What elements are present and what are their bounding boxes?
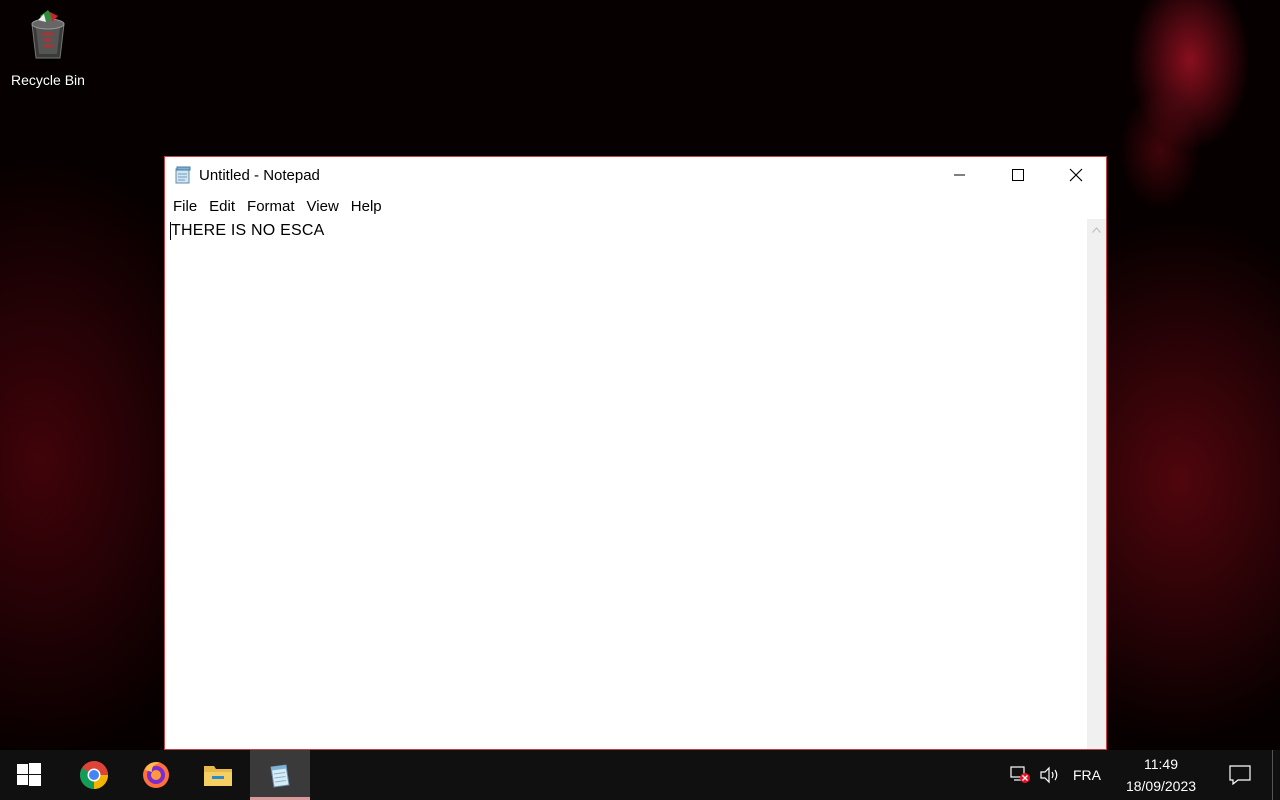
menu-format[interactable]: Format (242, 195, 300, 219)
taskbar-file-explorer[interactable] (188, 750, 248, 800)
menu-edit[interactable]: Edit (204, 195, 240, 219)
firefox-icon (143, 762, 169, 788)
notepad-window[interactable]: Untitled - Notepad File Edit Format View… (164, 156, 1107, 750)
folder-icon (204, 766, 232, 786)
recycle-bin-icon (22, 6, 74, 64)
taskbar-firefox[interactable] (126, 750, 186, 800)
text-editor[interactable]: THERE IS NO ESCA (165, 219, 1087, 749)
taskbar: FRA 11:49 18/09/2023 (0, 750, 1280, 800)
recycle-bin-label: Recycle Bin (11, 72, 85, 88)
maximize-icon (1012, 169, 1024, 181)
window-title: Untitled - Notepad (199, 167, 320, 184)
chrome-icon (80, 761, 108, 789)
clock-time: 11:49 (1144, 756, 1178, 772)
desktop: Recycle Bin Untitled - Notepad File Edit… (0, 0, 1280, 800)
menu-help[interactable]: Help (346, 195, 387, 219)
taskbar-notepad[interactable] (250, 750, 310, 800)
minimize-button[interactable] (931, 157, 989, 193)
vertical-scrollbar[interactable] (1087, 219, 1106, 749)
language-label: FRA (1073, 767, 1101, 783)
minimize-icon (954, 174, 965, 176)
show-desktop-divider[interactable] (1272, 750, 1273, 800)
menu-file[interactable]: File (168, 195, 202, 219)
windows-start-icon (17, 763, 41, 786)
clock[interactable]: 11:49 18/09/2023 (1110, 750, 1212, 800)
clock-date: 18/09/2023 (1125, 778, 1197, 794)
editor-content: THERE IS NO ESCA (171, 222, 325, 239)
maximize-button[interactable] (989, 157, 1047, 193)
notepad-icon (270, 764, 290, 788)
volume-control[interactable] (1036, 750, 1064, 800)
close-icon (1069, 168, 1083, 182)
recycle-bin-shortcut[interactable]: Recycle Bin (4, 6, 92, 96)
taskbar-chrome[interactable] (64, 750, 124, 800)
menu-bar: File Edit Format View Help (165, 195, 1106, 220)
scroll-up-icon[interactable] (1092, 227, 1101, 233)
start-button[interactable] (0, 750, 58, 800)
title-bar[interactable]: Untitled - Notepad (165, 157, 1106, 193)
notepad-icon (174, 166, 192, 184)
menu-view[interactable]: View (302, 195, 344, 219)
close-button[interactable] (1047, 157, 1105, 193)
action-center-button[interactable] (1222, 750, 1258, 800)
speaker-icon (1040, 766, 1058, 784)
notification-icon (1229, 765, 1251, 785)
network-disconnected-icon (1010, 766, 1030, 783)
network-status[interactable] (1006, 750, 1034, 800)
language-indicator[interactable]: FRA (1068, 750, 1106, 800)
